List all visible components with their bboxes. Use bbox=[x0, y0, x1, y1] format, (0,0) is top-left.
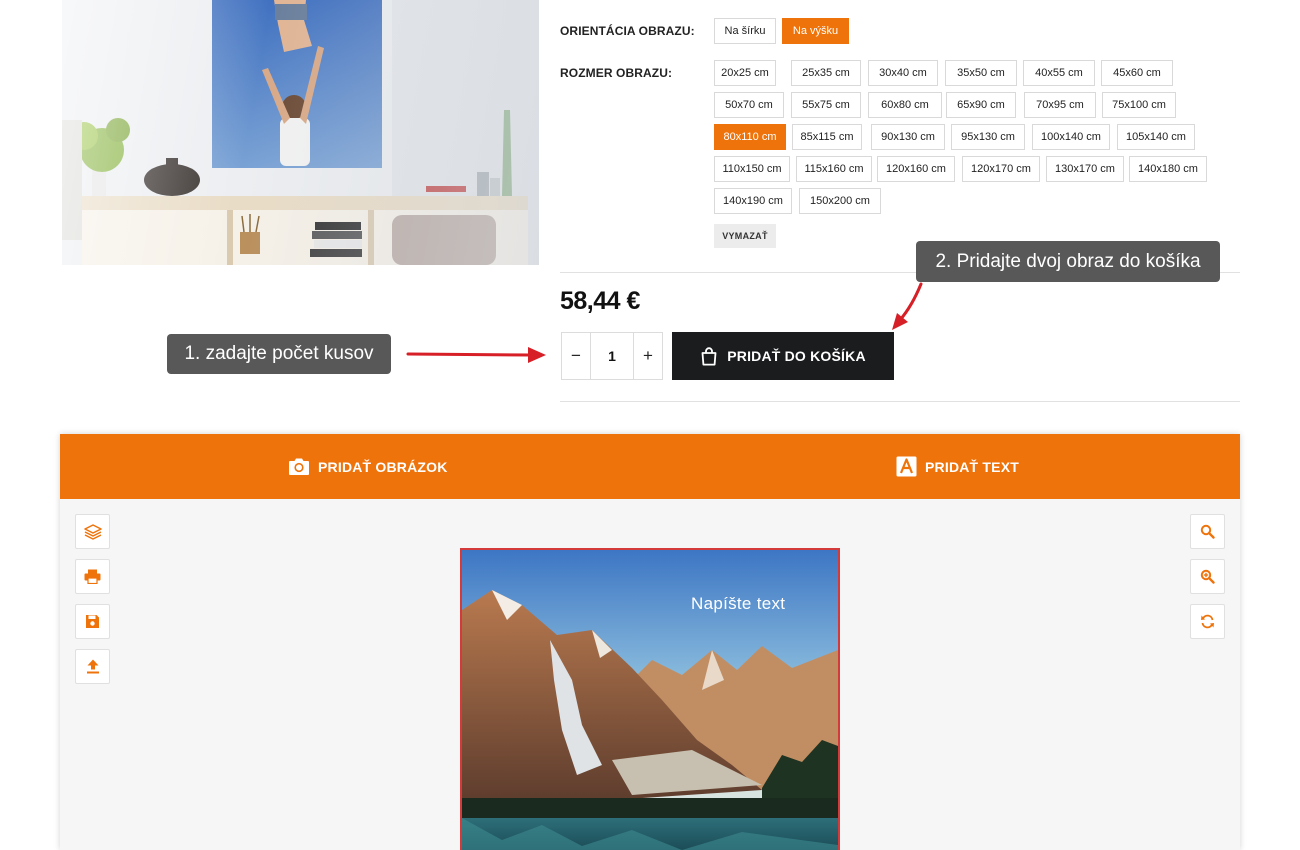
size-option[interactable]: 50x70 cm bbox=[714, 92, 784, 118]
arrow-step-2 bbox=[892, 282, 923, 330]
quantity-input[interactable] bbox=[590, 333, 634, 379]
upload-icon bbox=[86, 659, 99, 674]
add-to-cart-label: PRIDAŤ DO KOŠÍKA bbox=[727, 348, 866, 364]
add-to-cart-button[interactable]: PRIDAŤ DO KOŠÍKA bbox=[672, 332, 894, 380]
size-option[interactable]: 55x75 cm bbox=[791, 92, 861, 118]
orientation-landscape-option[interactable]: Na šírku bbox=[714, 18, 776, 44]
zoom-in-button[interactable] bbox=[1190, 559, 1225, 594]
image-designer: PRIDAŤ OBRÁZOK PRIDAŤ TEXT Napíšte text bbox=[60, 434, 1240, 850]
size-option[interactable]: 80x110 cm bbox=[714, 124, 786, 150]
layers-icon bbox=[83, 523, 102, 540]
rotate-button[interactable] bbox=[1190, 604, 1225, 639]
zoom-in-icon bbox=[1200, 569, 1215, 584]
clear-selection-button[interactable]: VYMAZAŤ bbox=[714, 224, 776, 248]
size-option[interactable]: 95x130 cm bbox=[951, 124, 1025, 150]
callout-step-2: 2. Pridajte dvoj obraz do košíka bbox=[916, 241, 1220, 282]
save-icon bbox=[86, 615, 99, 628]
quantity-decrease-button[interactable]: − bbox=[562, 333, 590, 379]
rotate-icon bbox=[1201, 614, 1214, 629]
size-option[interactable]: 70x95 cm bbox=[1024, 92, 1096, 118]
camera-icon bbox=[289, 458, 309, 475]
quantity-increase-button[interactable]: + bbox=[634, 333, 662, 379]
size-option[interactable]: 25x35 cm bbox=[791, 60, 861, 86]
print-button[interactable] bbox=[75, 559, 110, 594]
size-option[interactable]: 60x80 cm bbox=[868, 92, 942, 118]
canvas-text-placeholder[interactable]: Napíšte text bbox=[691, 594, 785, 614]
orientation-portrait-option[interactable]: Na výšku bbox=[782, 18, 849, 44]
size-option[interactable]: 140x190 cm bbox=[714, 188, 792, 214]
product-price: 58,44 € bbox=[560, 287, 640, 315]
size-option[interactable]: 115x160 cm bbox=[796, 156, 872, 182]
save-button[interactable] bbox=[75, 604, 110, 639]
callout-step-1: 1. zadajte počet kusov bbox=[167, 334, 391, 374]
tab-add-image-label: PRIDAŤ OBRÁZOK bbox=[318, 458, 448, 475]
tab-add-text[interactable]: PRIDAŤ TEXT bbox=[896, 434, 1019, 499]
product-photo bbox=[62, 0, 539, 265]
divider-bottom bbox=[560, 401, 1240, 402]
photo-light-overlay bbox=[62, 0, 539, 265]
size-option[interactable]: 130x170 cm bbox=[1046, 156, 1124, 182]
design-canvas[interactable]: Napíšte text bbox=[460, 548, 840, 850]
designer-toolbar: PRIDAŤ OBRÁZOK PRIDAŤ TEXT bbox=[60, 434, 1240, 499]
text-a-icon bbox=[896, 456, 917, 477]
zoom-button[interactable] bbox=[1190, 514, 1225, 549]
shopping-bag-icon bbox=[701, 346, 717, 365]
size-option[interactable]: 85x115 cm bbox=[792, 124, 862, 150]
quantity-stepper: − + bbox=[561, 332, 663, 380]
orientation-label: ORIENTÁCIA OBRAZU: bbox=[560, 24, 695, 38]
size-option[interactable]: 35x50 cm bbox=[945, 60, 1017, 86]
print-icon bbox=[84, 569, 101, 584]
size-option[interactable]: 150x200 cm bbox=[799, 188, 881, 214]
arrow-step-1 bbox=[406, 347, 546, 363]
size-option[interactable]: 75x100 cm bbox=[1102, 92, 1176, 118]
size-option[interactable]: 20x25 cm bbox=[714, 60, 776, 86]
size-option[interactable]: 30x40 cm bbox=[868, 60, 938, 86]
upload-button[interactable] bbox=[75, 649, 110, 684]
size-option[interactable]: 105x140 cm bbox=[1117, 124, 1195, 150]
size-option[interactable]: 120x170 cm bbox=[962, 156, 1040, 182]
size-label: ROZMER OBRAZU: bbox=[560, 66, 673, 80]
layers-button[interactable] bbox=[75, 514, 110, 549]
tab-add-image[interactable]: PRIDAŤ OBRÁZOK bbox=[288, 434, 448, 499]
size-option[interactable]: 45x60 cm bbox=[1101, 60, 1173, 86]
size-option[interactable]: 120x160 cm bbox=[877, 156, 955, 182]
size-option[interactable]: 65x90 cm bbox=[946, 92, 1016, 118]
size-option[interactable]: 110x150 cm bbox=[714, 156, 790, 182]
size-option[interactable]: 140x180 cm bbox=[1129, 156, 1207, 182]
size-option[interactable]: 40x55 cm bbox=[1023, 60, 1095, 86]
size-option[interactable]: 90x130 cm bbox=[871, 124, 945, 150]
tab-add-text-label: PRIDAŤ TEXT bbox=[925, 458, 1019, 475]
zoom-icon bbox=[1200, 524, 1215, 539]
size-option[interactable]: 100x140 cm bbox=[1032, 124, 1110, 150]
